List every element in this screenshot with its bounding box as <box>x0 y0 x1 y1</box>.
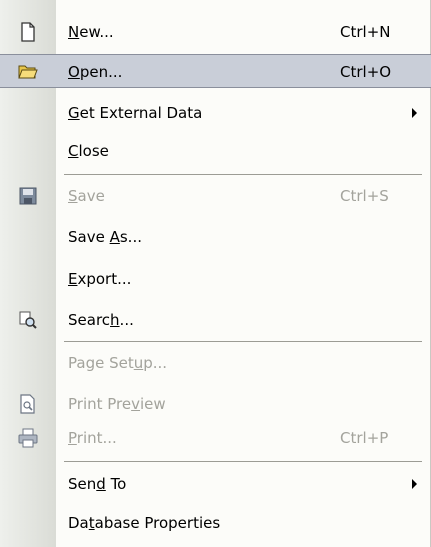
menu-item-shortcut: Ctrl+P <box>340 429 389 447</box>
new-document-icon <box>0 15 56 49</box>
menu-separator <box>64 341 422 342</box>
menu-item-shortcut: Ctrl+N <box>340 23 391 41</box>
menu-item-label: Open... <box>68 63 123 81</box>
menu-item-close[interactable]: Close <box>0 134 431 168</box>
submenu-arrow-icon <box>412 108 417 118</box>
save-disk-icon <box>0 179 56 213</box>
printer-icon <box>0 421 56 455</box>
menu-item-save-as[interactable]: Save As... <box>0 220 431 254</box>
menu-item-print-preview[interactable]: Print Preview <box>0 387 431 421</box>
menu-item-export[interactable]: Export... <box>0 262 431 296</box>
menu-item-label: Send To <box>68 475 127 493</box>
menu-item-page-setup[interactable]: Page Setup... <box>0 346 431 380</box>
menu-item-print[interactable]: Print... Ctrl+P <box>0 421 431 455</box>
menu-item-label: Database Properties <box>68 514 221 532</box>
menu-item-open[interactable]: Open... Ctrl+O <box>0 54 431 88</box>
menu-separator <box>64 174 422 175</box>
file-menu: New... Ctrl+N Open... Ctrl+O Get Externa… <box>0 0 431 547</box>
menu-item-new[interactable]: New... Ctrl+N <box>0 15 431 49</box>
search-file-icon <box>0 303 56 337</box>
menu-item-label: Page Setup... <box>68 354 168 372</box>
menu-item-label: Save As... <box>68 228 142 246</box>
menu-item-send-to[interactable]: Send To <box>0 467 431 501</box>
menu-item-shortcut: Ctrl+S <box>340 187 389 205</box>
menu-item-label: Close <box>68 142 109 160</box>
menu-item-label: Print... <box>68 429 117 447</box>
menu-item-save[interactable]: Save Ctrl+S <box>0 179 431 213</box>
menu-item-label: New... <box>68 23 114 41</box>
menu-item-label: Export... <box>68 270 132 288</box>
print-preview-icon <box>0 387 56 421</box>
open-folder-icon <box>0 54 56 88</box>
menu-item-shortcut: Ctrl+O <box>340 63 392 81</box>
menu-item-label: Search... <box>68 311 134 329</box>
submenu-arrow-icon <box>412 479 417 489</box>
menu-item-label: Get External Data <box>68 104 203 122</box>
menu-separator <box>64 461 422 462</box>
menu-item-search[interactable]: Search... <box>0 303 431 337</box>
menu-item-label: Save <box>68 187 105 205</box>
menu-item-label: Print Preview <box>68 395 166 413</box>
menu-item-database-properties[interactable]: Database Properties <box>0 506 431 540</box>
menu-item-get-external-data[interactable]: Get External Data <box>0 96 431 130</box>
